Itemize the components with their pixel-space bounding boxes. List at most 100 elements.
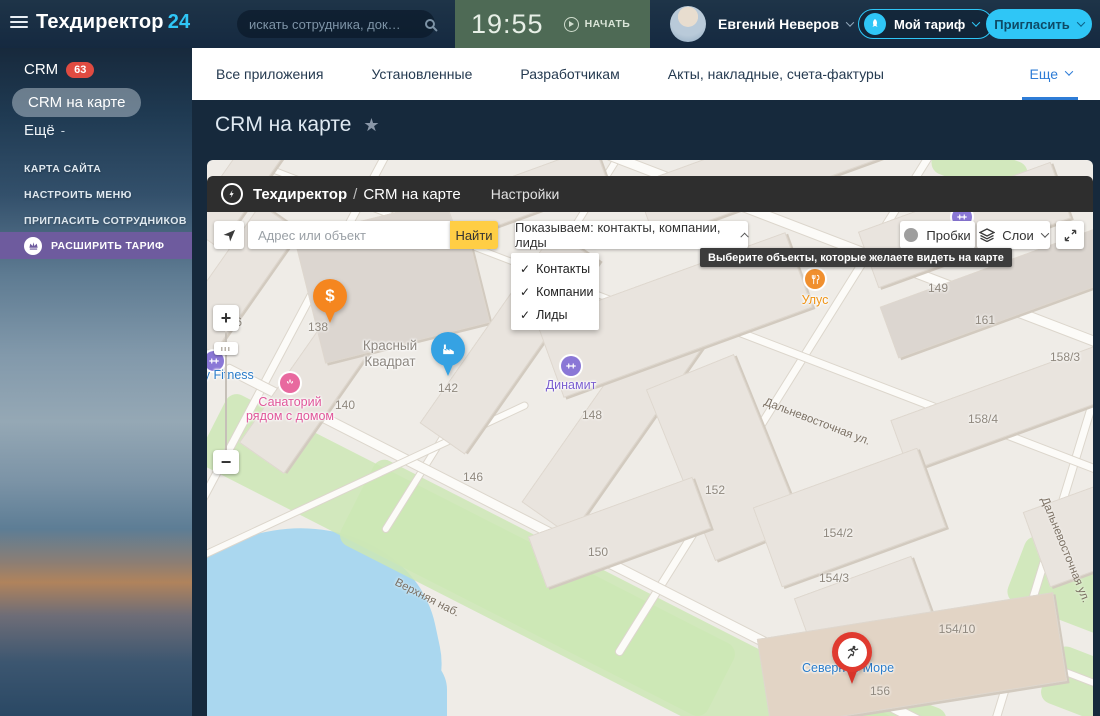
chevron-down-icon (972, 18, 980, 26)
apps-tabs-bar: Все приложения Установленные Разработчик… (192, 48, 1100, 100)
map-address-input[interactable] (248, 221, 450, 249)
my-tariff-button[interactable]: Мой тариф (858, 9, 993, 39)
invite-button[interactable]: Пригласить (986, 9, 1092, 39)
building-number: 142 (438, 381, 458, 395)
page-title-row: CRM на карте (215, 113, 380, 137)
zoom-slider-handle[interactable] (214, 342, 238, 355)
search-icon[interactable] (425, 19, 435, 29)
pin-dollar-icon: $ (313, 279, 347, 313)
building-number: 154/2 (823, 526, 853, 540)
sidebar-item-more[interactable]: Ещё- (24, 122, 65, 139)
lightning-icon (221, 183, 243, 205)
fullscreen-icon (1064, 229, 1077, 242)
tab-more-label: Еще (1030, 66, 1059, 82)
check-icon (520, 308, 530, 322)
pin-runner-icon (832, 632, 872, 672)
app-header-bar: Техдиректор / CRM на карте Настройки (207, 176, 1093, 212)
sidebar-crm-label: CRM (24, 61, 58, 78)
app-separator: / (353, 186, 357, 203)
app-settings-menu[interactable]: Настройки (491, 186, 560, 202)
poi-label: Улус (802, 293, 829, 307)
sidebar: CRM 63 CRM на карте Ещё- КАРТА САЙТА НАС… (0, 48, 192, 716)
tab-more[interactable]: Еще (1030, 48, 1073, 100)
poi-spa-icon (280, 373, 300, 393)
map-pin-dollar[interactable]: $ (313, 279, 347, 323)
building-number: 154/10 (939, 622, 976, 636)
layers-label: Слои (1002, 228, 1034, 243)
app-window: Техдиректор24 19:55 НАЧАТЬ Евгений Невер… (0, 0, 1100, 716)
user-menu[interactable]: Евгений Неверов (718, 0, 853, 48)
tab-invoices[interactable]: Акты, накладные, счета-фактуры (668, 66, 884, 82)
map-pin-factory[interactable] (431, 332, 465, 376)
filter-option-companies[interactable]: Компании (511, 280, 599, 303)
zoom-in-button[interactable]: + (213, 305, 239, 331)
filter-option-leads[interactable]: Лиды (511, 303, 599, 326)
user-avatar[interactable] (670, 6, 706, 42)
worktime-start-button[interactable]: НАЧАТЬ (558, 17, 631, 32)
check-icon (520, 285, 530, 299)
show-objects-filter-button[interactable]: Показываем: контакты, компании, лиды (515, 221, 748, 249)
filter-option-contacts[interactable]: Контакты (511, 257, 599, 280)
global-search[interactable] (237, 10, 435, 38)
crown-icon (24, 237, 42, 255)
crm-counter-badge: 63 (66, 62, 94, 78)
filter-dropdown: Контакты Компании Лиды (511, 253, 599, 330)
poi-label: Санаторий рядом с домом (246, 395, 334, 424)
user-name-label: Евгений Неверов (718, 16, 839, 32)
rocket-icon (864, 13, 886, 35)
sidebar-active-label: CRM на карте (28, 94, 125, 111)
sidebar-item-crm-on-map[interactable]: CRM на карте (12, 88, 141, 117)
building-number: 158/4 (968, 412, 998, 426)
option-label: Компании (536, 285, 593, 299)
poi-label: Динамит (546, 378, 597, 392)
layers-icon (979, 228, 995, 242)
invite-label: Пригласить (994, 17, 1069, 32)
sidebar-more-suffix: - (61, 123, 65, 138)
poi-label: ily Fitness (207, 368, 254, 382)
filter-label: Показываем: контакты, компании, лиды (515, 220, 733, 250)
global-search-input[interactable] (249, 17, 425, 32)
sidebar-link-sitemap[interactable]: КАРТА САЙТА (24, 163, 101, 175)
sidebar-upgrade-tariff-button[interactable]: РАСШИРИТЬ ТАРИФ (0, 232, 192, 259)
app-brand: Техдиректор (253, 186, 347, 203)
chevron-down-icon (1041, 229, 1049, 237)
building-number: 140 (335, 398, 355, 412)
sidebar-link-invite-employees[interactable]: ПРИГЛАСИТЬ СОТРУДНИКОВ (24, 215, 187, 227)
chevron-down-icon (846, 18, 854, 26)
building-number: 146 (463, 470, 483, 484)
traffic-icon (904, 228, 918, 242)
traffic-button[interactable]: Пробки (900, 221, 975, 249)
sidebar-more-label: Ещё (24, 122, 55, 139)
menu-hamburger-icon[interactable] (10, 16, 28, 30)
worktime-start-label: НАЧАТЬ (585, 18, 631, 30)
crm-map-app: 136138140142146148152150151149161158/315… (207, 160, 1093, 716)
poi-dumbbell-icon (561, 356, 581, 376)
worktime-widget: 19:55 НАЧАТЬ (455, 0, 650, 48)
brand-logo[interactable]: Техдиректор24 (36, 11, 190, 34)
map-pin-runner[interactable] (832, 632, 872, 684)
tab-installed[interactable]: Установленные (371, 66, 472, 82)
building-number: 149 (928, 281, 948, 295)
favorite-star-icon[interactable] (363, 115, 379, 136)
layers-button[interactable]: Слои (977, 221, 1050, 249)
sidebar-link-configure-menu[interactable]: НАСТРОИТЬ МЕНЮ (24, 189, 132, 201)
building-number: 161 (975, 313, 995, 327)
brand-name: Техдиректор (36, 11, 164, 33)
option-label: Контакты (536, 262, 590, 276)
my-tariff-label: Мой тариф (894, 17, 965, 32)
street-label: Дальневосточная ул. (762, 396, 871, 448)
fullscreen-button[interactable] (1056, 221, 1084, 249)
tab-developers[interactable]: Разработчикам (520, 66, 619, 82)
sidebar-item-crm[interactable]: CRM 63 (24, 61, 94, 78)
chevron-down-icon (1076, 18, 1084, 26)
poi-food-icon (805, 269, 825, 289)
find-button[interactable]: Найти (450, 221, 498, 249)
zoom-out-button[interactable]: − (213, 450, 239, 474)
geolocation-button[interactable] (214, 221, 244, 249)
poi-label: Красный Квадрат (363, 338, 417, 369)
tab-all-apps[interactable]: Все приложения (216, 66, 323, 82)
building-number: 158/3 (1050, 350, 1080, 364)
building-number: 152 (705, 483, 725, 497)
worktime-clock: 19:55 (471, 9, 544, 40)
traffic-label: Пробки (926, 228, 970, 243)
